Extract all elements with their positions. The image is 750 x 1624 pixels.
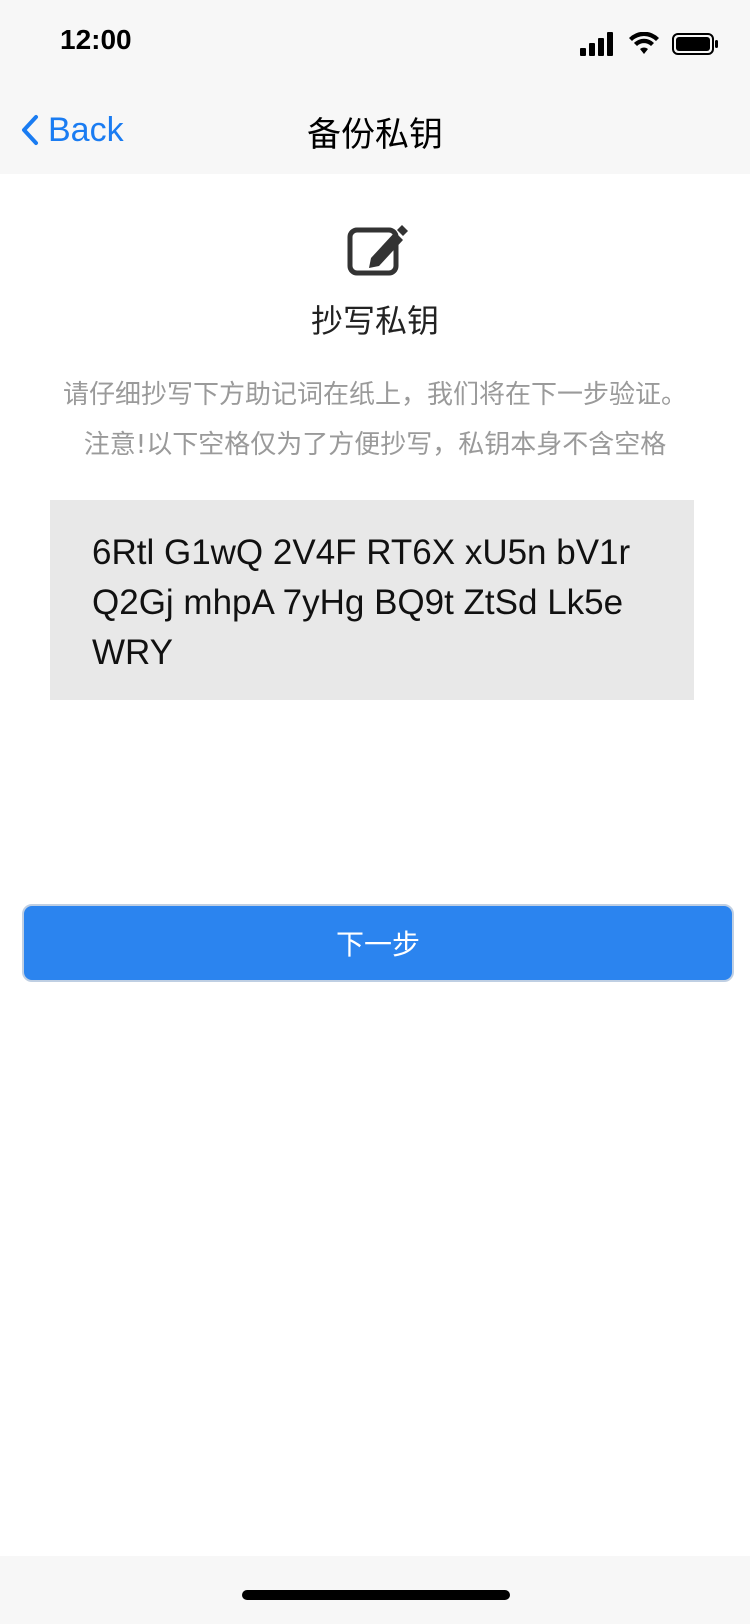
home-indicator[interactable] [242,1590,510,1600]
instruction-line-1: 请仔细抄写下方助记词在纸上，我们将在下一步验证。 [62,380,687,410]
home-area [0,1556,750,1624]
next-step-button[interactable]: 下一步 [22,904,734,982]
instruction-line-2: 注意!以下空格仅为了方便抄写，私钥本身不含空格 [83,430,667,460]
status-time: 12:00 [60,24,132,55]
status-bar: 12:00 [0,0,750,87]
wifi-icon [629,32,659,54]
page-title: 备份私钥 [307,115,443,155]
section-title: 抄写私钥 [310,302,439,340]
instructions: 请仔细抄写下方助记词在纸上，我们将在下一步验证。 注意!以下空格仅为了方便抄写，… [20,370,730,470]
status-icons [580,30,720,58]
private-key-box: 6Rtl G1wQ 2V4F RT6X xU5n bV1r Q2Gj mhpA … [50,500,694,700]
edit-icon [347,225,408,276]
battery-icon [672,33,718,55]
private-key-text: 6Rtl G1wQ 2V4F RT6X xU5n bV1r Q2Gj mhpA … [92,533,631,672]
navigation-bar: Back 备份私钥 [0,87,750,174]
signal-icon [580,32,613,56]
